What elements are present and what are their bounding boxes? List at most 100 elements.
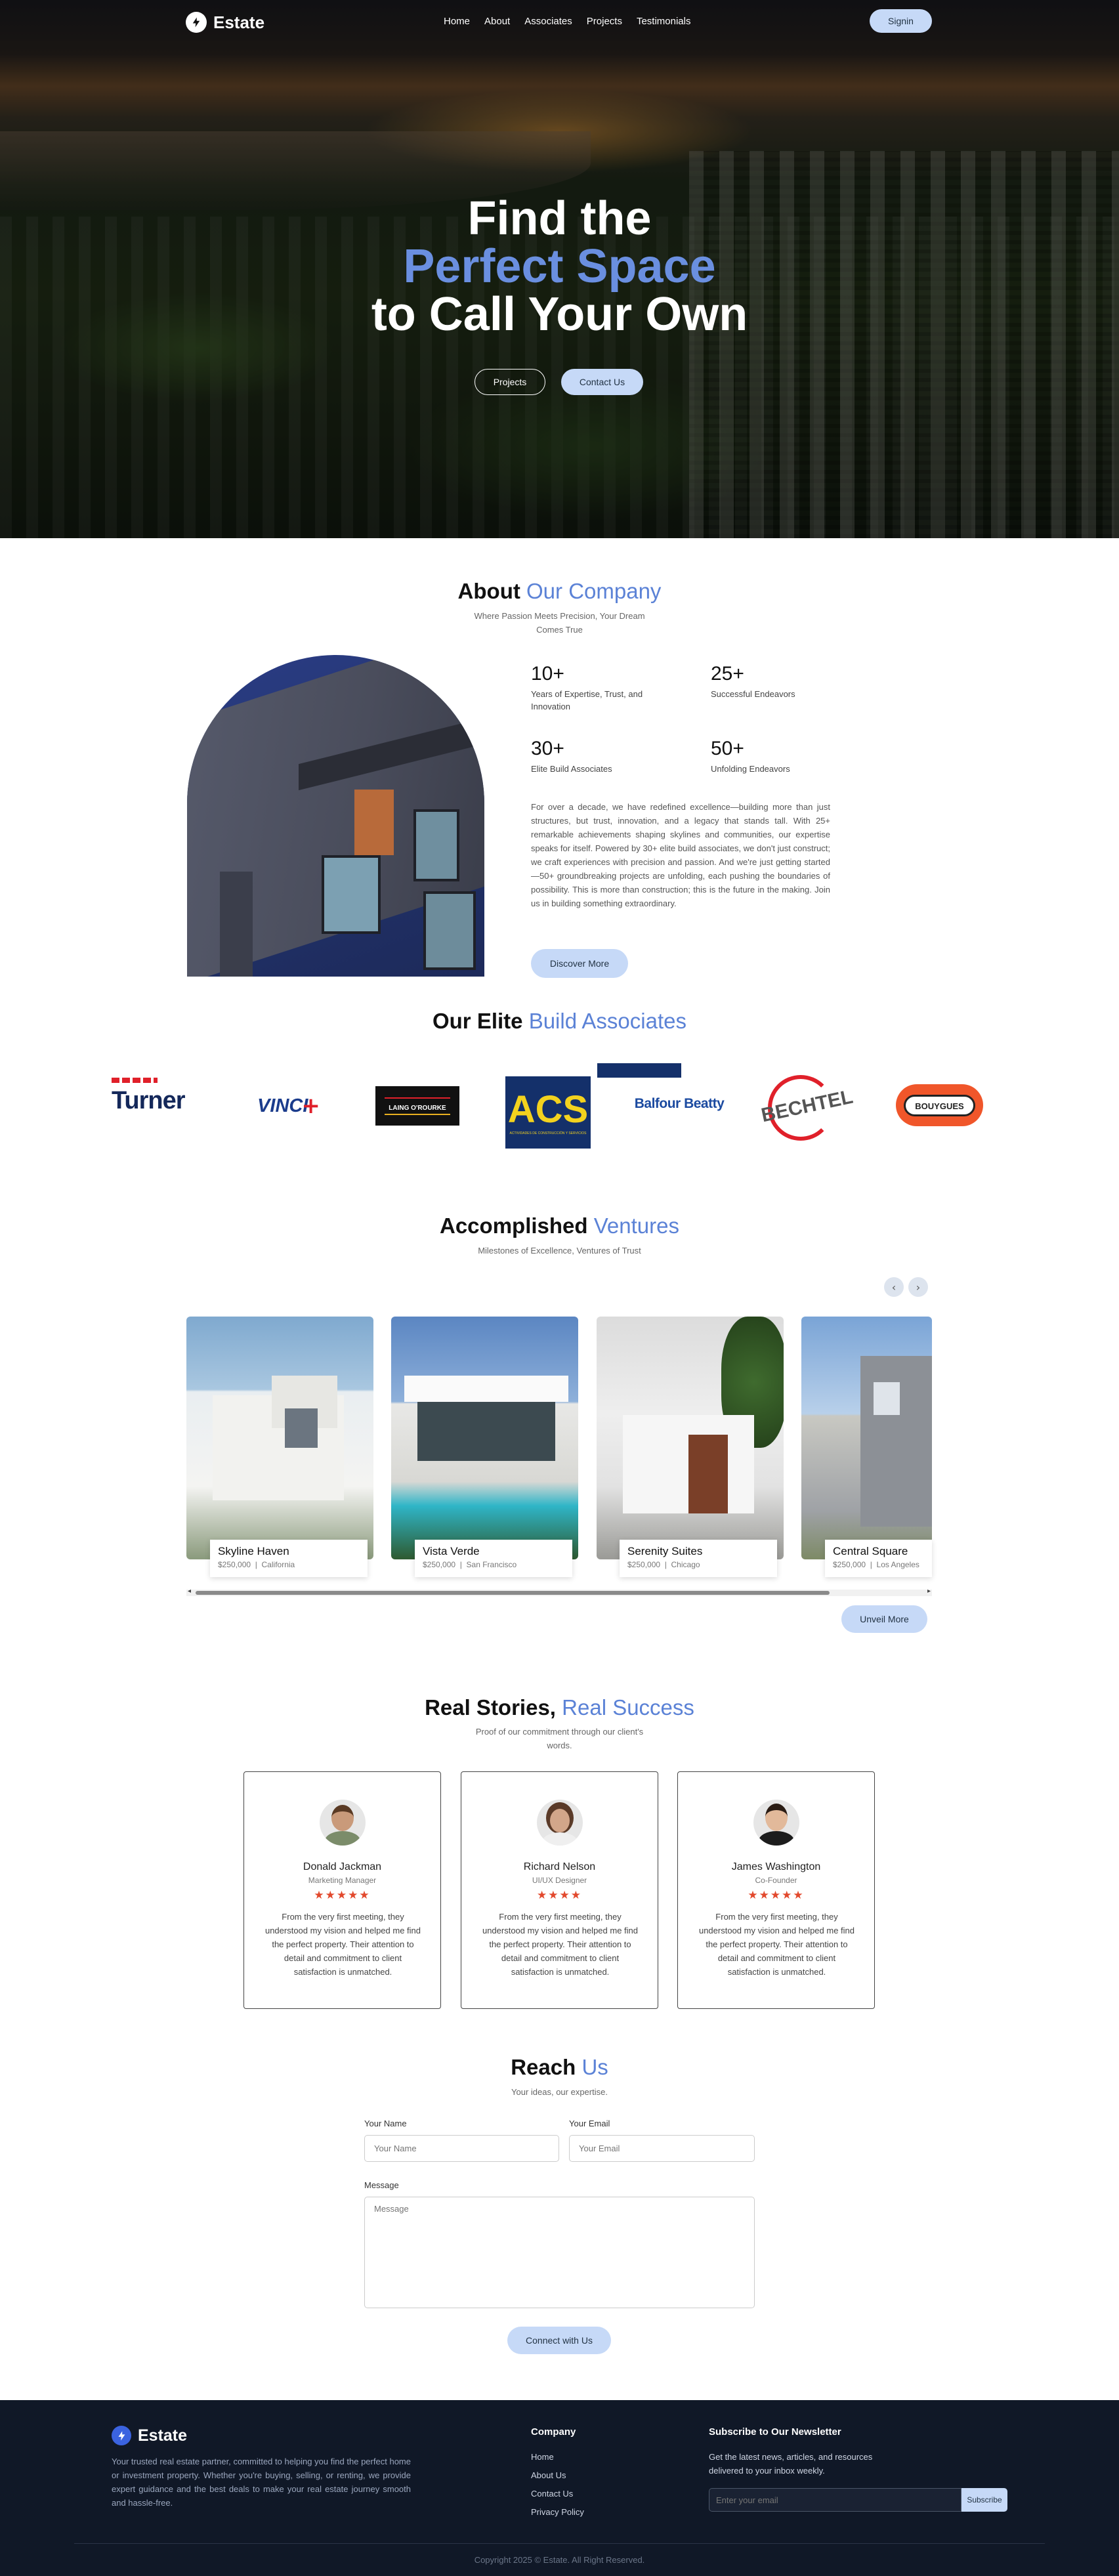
- footer-link-about[interactable]: About Us: [531, 2470, 566, 2480]
- testimonial-role: Co-Founder: [755, 1876, 797, 1885]
- bolt-icon: [186, 12, 207, 33]
- project-image-skyline-haven[interactable]: [186, 1317, 373, 1559]
- footer-link-contact[interactable]: Contact Us: [531, 2489, 573, 2499]
- stat-endeavors-value: 25+: [711, 663, 744, 685]
- scroll-right-icon[interactable]: ▸: [927, 1588, 931, 1595]
- bolt-icon: [112, 2426, 131, 2445]
- logo-bouygues: BOUYGUES: [896, 1084, 983, 1126]
- project-card-skyline-haven[interactable]: Skyline Haven $250,000 | California: [210, 1540, 368, 1577]
- avatar: [320, 1800, 366, 1846]
- nav-projects[interactable]: Projects: [587, 16, 622, 27]
- logo-laing-orourke: LAING O'ROURKE: [375, 1086, 459, 1126]
- footer-divider: [74, 2543, 1045, 2544]
- stat-years-label: Years of Expertise, Trust, and Innovation: [531, 689, 643, 711]
- logo-bechtel: BECHTEL: [759, 1072, 855, 1141]
- associates-title: Our Elite Build Associates: [432, 1009, 686, 1033]
- nav-associates[interactable]: Associates: [524, 16, 572, 27]
- testimonial-card: James Washington Co-Founder ★★★★★ From t…: [677, 1771, 875, 2009]
- stat-unfolding-label: Unfolding Endeavors: [711, 764, 790, 774]
- logo-acs: ACS ACTIVIDADES DE CONSTRUCCIÓN Y SERVIC…: [505, 1076, 591, 1149]
- nav-logo[interactable]: Estate: [186, 12, 264, 33]
- testimonial-role: Marketing Manager: [308, 1876, 377, 1885]
- star-rating: ★★★★★: [314, 1889, 371, 1902]
- testimonial-card: Donald Jackman Marketing Manager ★★★★★ F…: [243, 1771, 441, 2009]
- scroll-left-icon[interactable]: ◂: [188, 1588, 191, 1595]
- hero-title-line3: to Call Your Own: [371, 288, 748, 341]
- footer-link-privacy[interactable]: Privacy Policy: [531, 2507, 584, 2517]
- star-rating: ★★★★: [537, 1889, 582, 1902]
- message-label: Message: [364, 2180, 399, 2190]
- about-title: About Our Company: [457, 579, 662, 603]
- testimonial-text: From the very first meeting, they unders…: [482, 1912, 639, 1977]
- stat-associates-value: 30+: [531, 738, 564, 759]
- stat-unfolding-value: 50+: [711, 738, 744, 759]
- hero-contact-button[interactable]: Contact Us: [561, 369, 643, 395]
- testimonial-text: From the very first meeting, they unders…: [264, 1912, 421, 1977]
- project-card-central-square[interactable]: Central Square $250,000 | Los Angeles: [825, 1540, 932, 1577]
- unveil-more-button[interactable]: Unveil More: [841, 1605, 927, 1633]
- hero-title-line2: Perfect Space: [403, 240, 716, 293]
- footer-company-title: Company: [531, 2426, 576, 2438]
- testimonial-name: Richard Nelson: [523, 1861, 596, 1872]
- nav-home[interactable]: Home: [444, 16, 470, 27]
- signin-button[interactable]: Signin: [870, 9, 932, 33]
- footer-logo[interactable]: Estate: [112, 2426, 187, 2445]
- about-subtitle: Where Passion Meets Precision, Your Drea…: [474, 611, 645, 635]
- copyright: Copyright 2025 © Estate. All Right Reser…: [474, 2555, 645, 2565]
- newsletter-text: Get the latest news, articles, and resou…: [709, 2452, 873, 2476]
- footer-link-home[interactable]: Home: [531, 2452, 554, 2462]
- logo-acs-banner: [597, 1063, 681, 1078]
- connect-button[interactable]: Connect with Us: [507, 2327, 611, 2354]
- logo-turner: Turner: [112, 1071, 203, 1121]
- carousel-next-button[interactable]: ›: [908, 1277, 928, 1297]
- email-input[interactable]: [569, 2135, 755, 2162]
- avatar: [753, 1800, 799, 1846]
- testimonial-name: Donald Jackman: [303, 1861, 382, 1872]
- hero-title-line1: Find the: [467, 192, 652, 245]
- testimonials-title: Real Stories, Real Success: [425, 1695, 694, 1720]
- scrollbar-thumb[interactable]: [196, 1591, 830, 1595]
- message-textarea[interactable]: [364, 2197, 755, 2308]
- carousel-scrollbar[interactable]: ◂ ▸: [186, 1588, 932, 1596]
- testimonial-role: UI/UX Designer: [532, 1876, 587, 1885]
- project-image-vista-verde[interactable]: [391, 1317, 578, 1559]
- nav-testimonials[interactable]: Testimonials: [637, 16, 691, 27]
- newsletter-title: Subscribe to Our Newsletter: [709, 2426, 841, 2438]
- nav-about[interactable]: About: [484, 16, 510, 27]
- discover-more-button[interactable]: Discover More: [531, 949, 628, 978]
- star-rating: ★★★★★: [748, 1889, 805, 1902]
- projects-title: Accomplished Ventures: [440, 1214, 679, 1238]
- testimonials-subtitle: Proof of our commitment through our clie…: [475, 1727, 644, 1750]
- contact-title: Reach Us: [511, 2055, 608, 2079]
- name-input[interactable]: [364, 2135, 559, 2162]
- footer-description: Your trusted real estate partner, commit…: [112, 2457, 411, 2508]
- project-card-serenity-suites[interactable]: Serenity Suites $250,000 | Chicago: [620, 1540, 777, 1577]
- stat-associates-label: Elite Build Associates: [531, 764, 612, 774]
- testimonial-text: From the very first meeting, they unders…: [698, 1912, 855, 1977]
- testimonial-name: James Washington: [731, 1861, 821, 1872]
- avatar: [537, 1800, 583, 1846]
- carousel-prev-button[interactable]: ‹: [884, 1277, 904, 1297]
- about-paragraph: For over a decade, we have redefined exc…: [531, 802, 830, 908]
- project-image-serenity-suites[interactable]: [597, 1317, 784, 1559]
- name-label: Your Name: [364, 2119, 407, 2128]
- stat-endeavors-label: Successful Endeavors: [711, 689, 795, 699]
- footer-brand-name: Estate: [138, 2426, 188, 2445]
- projects-subtitle: Milestones of Excellence, Ventures of Tr…: [478, 1246, 641, 1256]
- newsletter-email-input[interactable]: [709, 2488, 961, 2512]
- footer: Estate Your trusted real estate partner,…: [0, 2400, 1119, 2576]
- contact-subtitle: Your ideas, our expertise.: [511, 2087, 608, 2097]
- logo-balfour-beatty: Balfour Beatty: [634, 1096, 725, 1111]
- logo-vinci: VINCI +: [257, 1093, 320, 1119]
- testimonial-card: Richard Nelson UI/UX Designer ★★★★ From …: [461, 1771, 658, 2009]
- stat-years-value: 10+: [531, 663, 564, 685]
- brand-name: Estate: [213, 12, 265, 32]
- hero-section: Estate Home About Associates Projects Te…: [0, 0, 1119, 538]
- subscribe-button[interactable]: Subscribe: [961, 2488, 1007, 2512]
- hero-projects-button[interactable]: Projects: [475, 369, 545, 395]
- main-nav: Home About Associates Projects Testimoni…: [444, 16, 690, 27]
- about-building-image: [187, 655, 484, 977]
- project-card-vista-verde[interactable]: Vista Verde $250,000 | San Francisco: [415, 1540, 572, 1577]
- email-label: Your Email: [569, 2119, 610, 2128]
- project-image-central-square[interactable]: [801, 1317, 932, 1559]
